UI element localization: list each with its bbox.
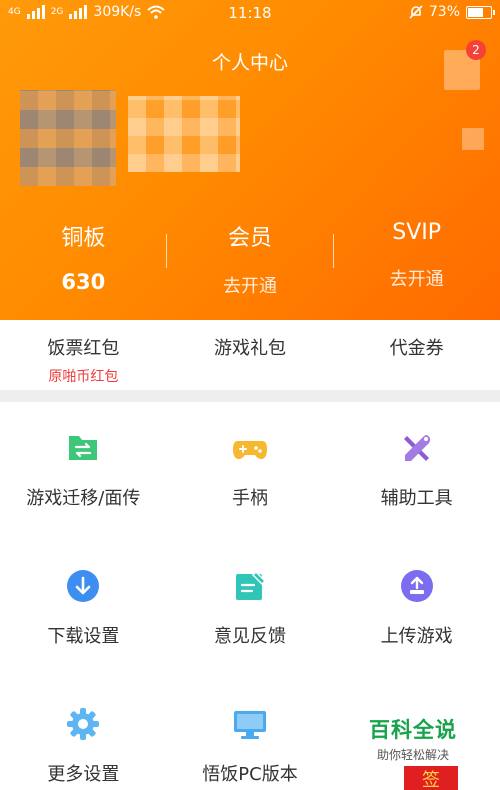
menu-item-label: 辅助工具	[380, 488, 453, 509]
transfer-folder-icon	[69, 436, 98, 460]
stat-member[interactable]: 会员 去开通	[167, 210, 334, 310]
menu-item-pc-version[interactable]: 悟饭PC版本	[167, 678, 334, 790]
alarm-off-icon	[409, 5, 423, 19]
watermark-subtitle: 助你轻松解决	[376, 748, 449, 762]
message-button[interactable]: 2	[440, 40, 486, 92]
watermark: 百科全说 助你轻松解决	[358, 714, 468, 763]
stat-copper[interactable]: 铜板 630	[0, 210, 167, 310]
menu-item-label: 悟饭PC版本	[202, 764, 298, 785]
stat-label: 铜板	[61, 226, 106, 251]
menu-item-label: 更多设置	[47, 764, 120, 785]
menu-item-gamepad[interactable]: 手柄	[167, 402, 334, 540]
upload-icon	[400, 570, 433, 602]
stat-action: 去开通	[223, 276, 277, 297]
gamepad-icon	[233, 441, 267, 459]
menu-item-label: 下载设置	[47, 626, 120, 647]
menu-item-game-transfer[interactable]: 游戏迁移/面传	[0, 402, 167, 540]
menu-item-feedback[interactable]: 意见反馈	[167, 540, 334, 678]
battery-icon	[466, 5, 495, 19]
promo-red-envelope[interactable]: 签	[404, 766, 458, 790]
quick-links: 饭票红包 原啪币红包 游戏礼包 代金券	[0, 320, 500, 390]
profile-arrow-icon[interactable]	[462, 128, 484, 150]
menu-item-tools[interactable]: 辅助工具	[333, 402, 500, 540]
stat-divider	[333, 234, 334, 268]
stat-action: 去开通	[389, 269, 444, 290]
quick-link-label: 游戏礼包	[214, 338, 286, 359]
stat-label: SVIP	[392, 220, 442, 245]
monitor-icon	[234, 711, 266, 739]
feedback-icon	[236, 570, 267, 600]
username-blurred	[128, 96, 240, 172]
stat-label: 会员	[228, 226, 273, 251]
battery-percent: 73%	[428, 4, 460, 20]
stat-svip[interactable]: SVIP 去开通	[333, 210, 500, 310]
quick-link-label: 饭票红包	[47, 338, 120, 359]
stat-value: 630	[61, 270, 106, 294]
section-divider	[0, 390, 500, 402]
menu-item-label: 上传游戏	[380, 626, 453, 647]
quick-link-label: 代金券	[389, 338, 444, 359]
page-title: 个人中心	[211, 52, 288, 74]
voucher-link[interactable]: 代金券	[333, 320, 500, 390]
download-icon	[67, 570, 100, 602]
quick-link-sub: 原啪币红包	[48, 369, 119, 385]
message-badge: 2	[466, 40, 486, 60]
avatar[interactable]	[20, 90, 116, 186]
profile-header: 4G 2G 309K/s 11:18 73% 个人中心 2 铜板 630 会员 …	[0, 0, 500, 320]
menu-item-label: 意见反馈	[214, 626, 286, 647]
menu-item-download-settings[interactable]: 下载设置	[0, 540, 167, 678]
menu-item-label: 手柄	[232, 488, 268, 509]
tools-icon	[403, 435, 430, 461]
game-gift-link[interactable]: 游戏礼包	[167, 320, 334, 390]
menu-item-upload-game[interactable]: 上传游戏	[333, 540, 500, 678]
watermark-title: 百科全说	[369, 718, 457, 742]
meal-ticket-link[interactable]: 饭票红包 原啪币红包	[0, 320, 167, 390]
status-bar: 4G 2G 309K/s 11:18 73%	[0, 0, 500, 26]
gear-icon	[67, 708, 100, 740]
menu-item-label: 游戏迁移/面传	[26, 488, 141, 509]
stat-divider	[166, 234, 167, 268]
menu-item-more-settings[interactable]: 更多设置	[0, 678, 167, 790]
stats-row: 铜板 630 会员 去开通 SVIP 去开通	[0, 210, 500, 310]
